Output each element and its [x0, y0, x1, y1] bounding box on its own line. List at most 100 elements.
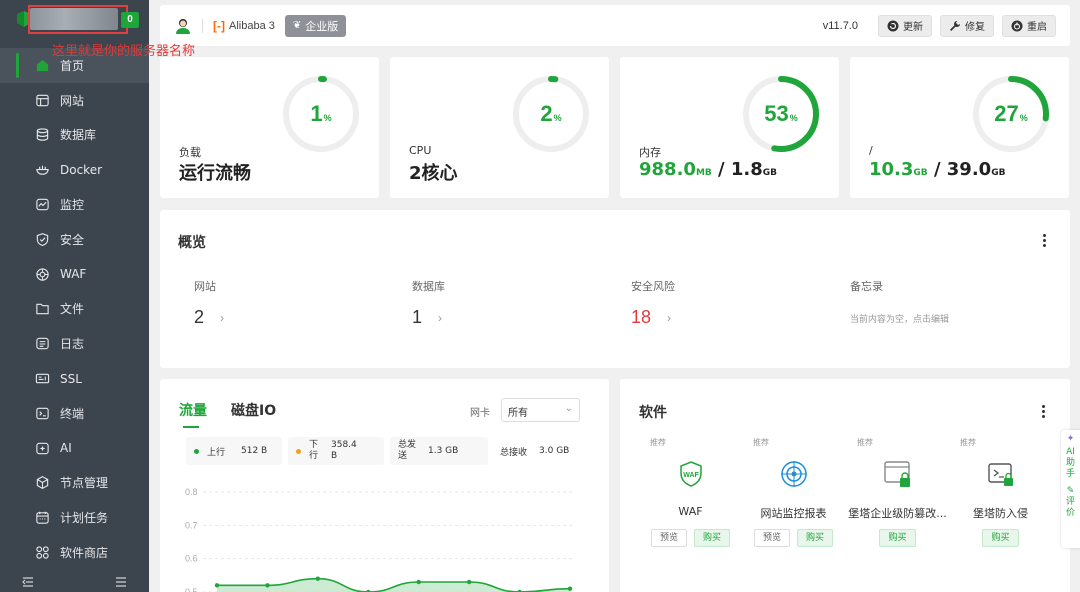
- sidebar-item-label: 日志: [60, 337, 85, 352]
- software-name: WAF: [678, 505, 703, 518]
- server-name-highlight-box: [28, 5, 128, 34]
- sidebar-item-label: 首页: [60, 58, 85, 73]
- total-sent-stat: 总发送 1.3 GB: [390, 437, 488, 465]
- sidebar-item-calendar[interactable]: 计划任务: [0, 500, 149, 535]
- tab-traffic[interactable]: 流量: [179, 400, 207, 428]
- overview-more-icon[interactable]: [1043, 234, 1047, 249]
- database-icon: [34, 127, 50, 143]
- repair-label: 修复: [965, 22, 985, 33]
- cpu-label: CPU: [409, 144, 432, 157]
- restart-button[interactable]: 重启: [1002, 14, 1056, 37]
- ai-icon: [34, 440, 50, 456]
- recommend-tag: 推荐: [753, 438, 769, 447]
- sidebar-item-label: 文件: [60, 302, 85, 317]
- software-name: 网站监控报表: [760, 507, 827, 520]
- traffic-tabs: 流量 磁盘IO: [179, 400, 300, 428]
- total-sent-value: 1.3 GB: [428, 446, 459, 456]
- sidebar-item-label: 计划任务: [60, 511, 109, 526]
- sidebar-item-label: 节点管理: [60, 476, 109, 491]
- disk-value: 10.3GB / 39.0GB: [869, 159, 1006, 180]
- total-recv-stat: 总接收 3.0 GB: [492, 437, 586, 465]
- divider: [202, 18, 203, 33]
- edition-label: 企业版: [305, 19, 339, 33]
- version-label: v11.7.0: [822, 19, 858, 32]
- software-name: 堡塔企业级防篡改...: [848, 507, 947, 520]
- download-value: 358.4 B: [331, 440, 357, 461]
- recommend-tag: 推荐: [650, 438, 666, 447]
- memory-card[interactable]: 53% 内存 988.0MB / 1.8GB: [620, 57, 839, 198]
- disk-label: /: [869, 144, 873, 157]
- sidebar-item-label: 网站: [60, 93, 85, 108]
- sidebar-item-database[interactable]: 数据库: [0, 118, 149, 153]
- chevron-down-icon: ⌄: [564, 403, 573, 414]
- waf-shield-icon: WAF: [679, 461, 702, 487]
- sidebar-item-node[interactable]: 节点管理: [0, 466, 149, 501]
- buy-button[interactable]: 购买: [879, 529, 916, 547]
- collapse-left-icon[interactable]: [22, 576, 34, 588]
- edition-badge[interactable]: ❦ 企业版: [284, 14, 347, 37]
- download-label: 下行: [309, 440, 319, 461]
- sidebar-item-website[interactable]: 网站: [0, 83, 149, 118]
- folder-icon: [34, 301, 50, 317]
- buy-button[interactable]: 购买: [694, 529, 731, 547]
- buy-button[interactable]: 购买: [797, 529, 834, 547]
- data-point: [416, 579, 421, 585]
- sidebar-item-shield[interactable]: 安全: [0, 222, 149, 257]
- review-label: 评价: [1065, 497, 1075, 518]
- data-point: [315, 576, 321, 581]
- memory-total: 1.8: [730, 159, 763, 180]
- total-recv-value: 3.0 GB: [539, 446, 570, 456]
- cpu-gauge: 2%: [511, 74, 591, 154]
- website-icon: [34, 92, 50, 108]
- traffic-chart: 0.8 0.7 0.6 0.5: [185, 487, 575, 592]
- sidebar-item-docker[interactable]: Docker: [0, 152, 149, 187]
- total-sent-label: 总发送: [398, 440, 417, 461]
- store-icon: [34, 545, 50, 561]
- sidebar-item-terminal[interactable]: 终端: [0, 396, 149, 431]
- sidebar-item-waf[interactable]: WAF: [0, 257, 149, 292]
- shield-icon: [34, 231, 50, 247]
- overview-label: 网站: [194, 280, 216, 293]
- overview-value: 18 ›: [631, 307, 672, 327]
- radar-icon: [780, 461, 807, 487]
- disk-card[interactable]: 27% / 10.3GB / 39.0GB: [850, 57, 1069, 198]
- top-bar: [-] Alibaba 3 ❦ 企业版 v11.7.0 更新 修复 重启: [160, 5, 1070, 46]
- overview-websites[interactable]: 网站 2 ›: [194, 278, 224, 328]
- overview-memo[interactable]: 备忘录 当前内容为空，点击编辑: [850, 278, 949, 325]
- avatar-icon[interactable]: [174, 17, 192, 35]
- floating-assistant-widget[interactable]: ✦ AI助手 ✎ 评价: [1061, 430, 1080, 548]
- sidebar-item-ssl[interactable]: SSL: [0, 361, 149, 396]
- buy-button[interactable]: 购买: [982, 529, 1019, 547]
- repair-button[interactable]: 修复: [940, 14, 994, 37]
- sidebar-item-label: 终端: [60, 406, 85, 421]
- software-panel: 软件 推荐 WAF WAF 预览 购买 推荐 网站监控报表 预览 购买 推荐 堡…: [620, 379, 1070, 592]
- overview-databases[interactable]: 数据库 1 ›: [412, 278, 445, 328]
- disk-used-unit: GB: [913, 168, 928, 178]
- gauge-percent: 27%: [994, 101, 1028, 126]
- y-tick-label: 0.6: [185, 554, 198, 564]
- os-name: Alibaba 3: [229, 19, 275, 32]
- disk-total-unit: GB: [991, 168, 1006, 178]
- preview-button[interactable]: 预览: [650, 529, 687, 547]
- software-more-icon[interactable]: [1042, 405, 1046, 420]
- sidebar-item-monitor[interactable]: 监控: [0, 187, 149, 222]
- chevron-right-icon: ›: [438, 310, 443, 325]
- data-point: [265, 583, 270, 588]
- nic-select[interactable]: 所有 ⌄: [501, 398, 580, 422]
- total-recv-label: 总接收: [500, 447, 528, 458]
- sidebar-item-ai[interactable]: AI: [0, 431, 149, 466]
- preview-button[interactable]: 预览: [753, 529, 790, 547]
- home-icon: [34, 57, 50, 73]
- sidebar-item-folder[interactable]: 文件: [0, 292, 149, 327]
- sidebar-item-log[interactable]: 日志: [0, 326, 149, 361]
- cpu-card[interactable]: 2% CPU 2核心: [390, 57, 609, 198]
- overview-value: 1 ›: [412, 307, 443, 327]
- sidebar-item-store[interactable]: 软件商店: [0, 535, 149, 570]
- software-title: 软件: [639, 405, 667, 421]
- load-card[interactable]: 1% 负载 运行流畅: [160, 57, 379, 198]
- menu-icon[interactable]: [115, 576, 127, 588]
- tab-disk-io[interactable]: 磁盘IO: [231, 400, 276, 426]
- update-button[interactable]: 更新: [878, 14, 932, 37]
- os-info: [-] Alibaba 3: [213, 19, 275, 33]
- overview-security-risk[interactable]: 安全风险 18 ›: [631, 278, 675, 328]
